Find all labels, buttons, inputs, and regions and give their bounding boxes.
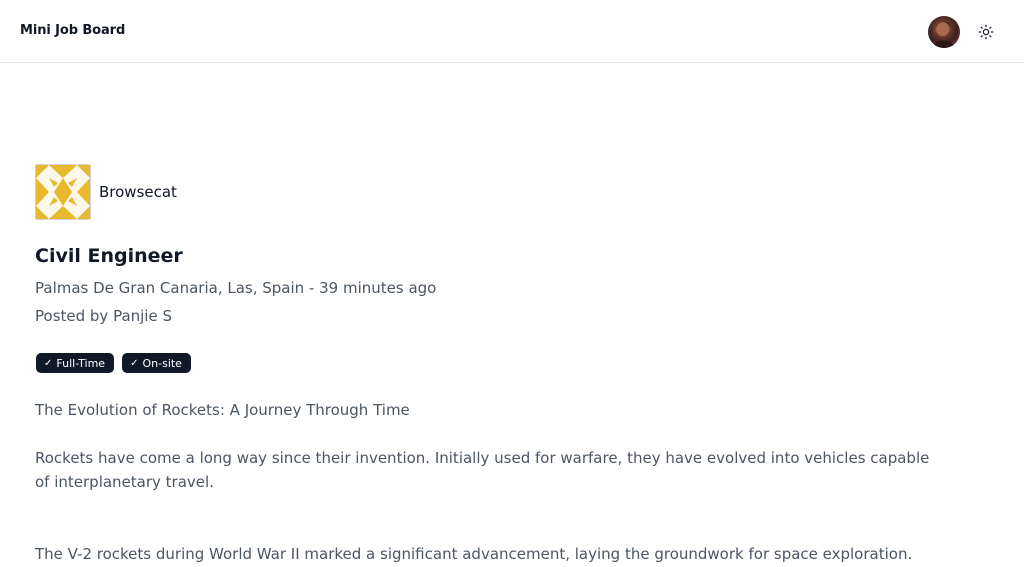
check-icon: ✓ — [130, 357, 139, 369]
user-avatar[interactable] — [928, 16, 960, 48]
description-heading: The Evolution of Rockets: A Journey Thro… — [35, 401, 410, 419]
avatar-image — [933, 21, 955, 48]
job-tags: ✓ Full-Time ✓ On-site — [36, 353, 191, 373]
company-info: Browsecat — [35, 164, 177, 220]
check-icon: ✓ — [44, 357, 53, 369]
tag-on-site: ✓ On-site — [122, 353, 191, 373]
description-paragraph: The V-2 rockets during World War II mark… — [35, 545, 913, 563]
company-logo-pattern-icon — [36, 165, 90, 219]
site-brand-link[interactable]: Mini Job Board — [20, 23, 125, 38]
job-title: Civil Engineer — [35, 245, 183, 267]
job-posted-by: Posted by Panjie S — [35, 307, 172, 325]
tag-label: On-site — [142, 356, 182, 370]
description-paragraph: Rockets have come a long way since their… — [35, 449, 930, 491]
tag-full-time: ✓ Full-Time — [36, 353, 115, 373]
company-name: Browsecat — [99, 183, 177, 201]
theme-toggle-button[interactable] — [975, 21, 997, 43]
sun-icon — [978, 24, 994, 40]
job-location-and-time: Palmas De Gran Canaria, Las, Spain - 39 … — [35, 279, 437, 297]
top-navigation-bar: Mini Job Board — [0, 0, 1024, 63]
company-logo — [35, 164, 91, 220]
tag-label: Full-Time — [56, 356, 106, 370]
